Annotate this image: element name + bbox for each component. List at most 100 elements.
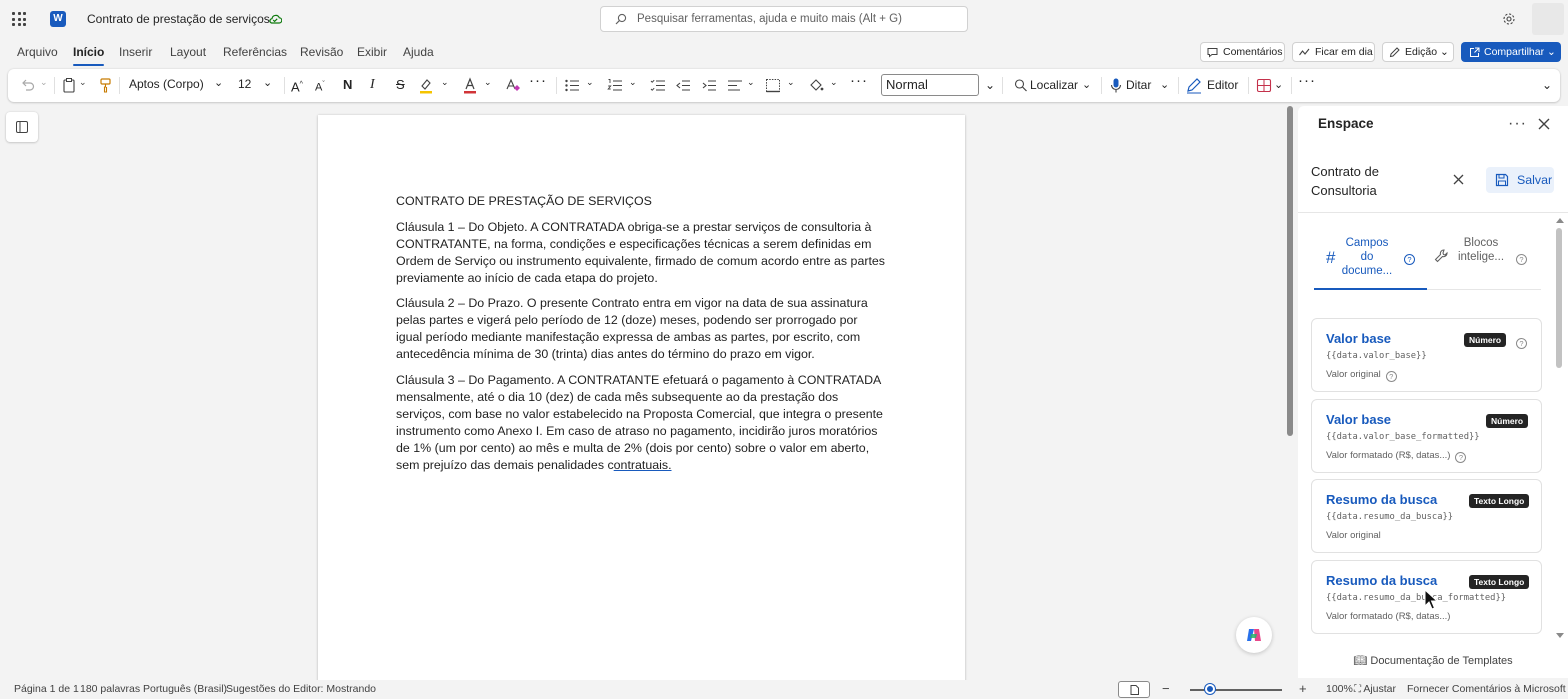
navigation-pane-button[interactable] [6,112,38,142]
template-close-icon[interactable] [1453,174,1464,185]
clear-formatting-icon[interactable] [505,77,521,94]
numbering-icon[interactable] [607,77,623,94]
tab-inicio[interactable]: Início [73,45,105,66]
document-body[interactable]: CONTRATO DE PRESTAÇÃO DE SERVIÇOS Cláusu… [396,193,886,482]
increase-indent-icon[interactable] [701,77,717,94]
help-icon[interactable]: ? [1385,371,1397,382]
highlight-dropdown-icon[interactable]: ⌄ [441,77,449,94]
find-icon[interactable] [1014,77,1028,94]
field-placeholder-code[interactable]: {{data.valor_base_formatted}} [1326,432,1480,442]
document-scrollbar[interactable] [1287,106,1293,436]
shading-dropdown-icon[interactable]: ⌄ [830,77,838,94]
tab-revisao[interactable]: Revisão [300,45,343,59]
field-card[interactable]: Resumo da busca Texto Longo {{data.resum… [1311,479,1542,553]
more-paragraph-options-icon[interactable]: ··· [850,73,868,89]
highlight-icon[interactable] [419,77,433,94]
tab-document-fields[interactable]: Campos do docume... [1338,236,1396,278]
templates-docs-link[interactable]: 📖︎ Documentação de Templates [1298,654,1568,667]
field-placeholder-code[interactable]: {{data.valor_base}} [1326,351,1427,361]
document-title[interactable]: Contrato de prestação de serviços [87,12,270,26]
feedback-link[interactable]: Fornecer Comentários à Microsoft [1407,683,1566,695]
borders-dropdown-icon[interactable]: ⌄ [787,77,795,94]
user-avatar[interactable] [1532,3,1564,35]
align-left-icon[interactable] [727,77,743,94]
field-card[interactable]: Valor base Número ? {{data.valor_base}} … [1311,318,1542,392]
field-card[interactable]: Valor base Número {{data.valor_base_form… [1311,399,1542,473]
page-count[interactable]: Página 1 de 1 [14,683,79,695]
find-label[interactable]: Localizar [1030,77,1078,93]
font-color-icon[interactable] [463,77,477,94]
clause-1[interactable]: Cláusula 1 – Do Objeto. A CONTRATADA obr… [396,219,886,287]
copilot-button[interactable] [1236,617,1272,653]
strikethrough-icon[interactable]: S [396,77,405,93]
field-placeholder-code[interactable]: {{data.resumo_da_busca}} [1326,512,1453,522]
fit-button[interactable]: ⛶ Ajustar [1354,683,1396,695]
help-icon[interactable]: ? [1516,249,1527,265]
dictate-label[interactable]: Ditar [1126,77,1151,93]
tab-arquivo[interactable]: Arquivo [17,45,58,59]
search-box[interactable] [600,6,968,32]
style-dropdown-icon[interactable]: ⌄ [985,77,995,93]
print-layout-view-button[interactable] [1118,681,1150,698]
tab-ajuda[interactable]: Ajuda [403,45,434,59]
field-placeholder-code[interactable]: {{data.resumo_da_busca_formatted}} [1326,593,1506,603]
help-icon[interactable]: ? [1404,249,1415,265]
more-commands-icon[interactable]: ··· [1298,73,1316,89]
paste-dropdown-icon[interactable]: ⌄ [79,77,87,94]
grow-font-icon[interactable]: A^ [291,77,303,95]
editing-mode-button[interactable]: Edição ⌄ [1382,42,1454,62]
add-ins-grid-icon[interactable] [1256,77,1272,94]
word-count[interactable]: 180 palavras [80,683,140,695]
bold-icon[interactable]: N [343,77,352,93]
scroll-down-arrow[interactable] [1556,633,1564,638]
tab-layout[interactable]: Layout [170,45,206,59]
catch-up-button[interactable]: Ficar em dia [1292,42,1375,62]
numbering-dropdown-icon[interactable]: ⌄ [629,77,637,94]
editor-suggestions-status[interactable]: Sugestões do Editor: Mostrando [226,683,376,695]
font-size-select[interactable]: 12 ⌄ [235,75,277,96]
save-button[interactable]: Salvar [1486,167,1554,193]
bullets-icon[interactable] [564,77,580,94]
microphone-icon[interactable] [1109,77,1123,94]
align-dropdown-icon[interactable]: ⌄ [747,77,755,94]
help-icon[interactable]: ? [1455,452,1467,463]
dictate-dropdown-icon[interactable]: ⌄ [1160,77,1169,93]
share-button[interactable]: Compartilhar ⌄ [1461,42,1561,62]
tab-exibir[interactable]: Exibir [357,45,387,59]
settings-gear-icon[interactable] [1502,12,1516,26]
zoom-in-icon[interactable]: + [1299,681,1307,696]
zoom-slider-thumb[interactable] [1205,684,1215,694]
font-color-dropdown-icon[interactable]: ⌄ [484,77,492,94]
shading-icon[interactable] [808,77,824,94]
tab-inserir[interactable]: Inserir [119,45,152,59]
clause-2[interactable]: Cláusula 2 – Do Prazo. O presente Contra… [396,295,886,363]
search-input[interactable] [637,11,957,27]
zoom-out-icon[interactable]: − [1162,681,1170,696]
editor-suggestion-word[interactable]: ontratuais. [614,458,672,472]
editor-pen-icon[interactable] [1186,77,1202,94]
panel-close-icon[interactable] [1538,118,1550,130]
italic-icon[interactable]: I [370,77,375,93]
document-heading[interactable]: CONTRATO DE PRESTAÇÃO DE SERVIÇOS [396,193,886,210]
expand-ribbon-icon[interactable]: ⌄ [1542,77,1552,93]
panel-more-icon[interactable]: ··· [1508,115,1527,133]
find-dropdown-icon[interactable]: ⌄ [1082,77,1091,93]
checklist-icon[interactable] [650,77,666,94]
format-painter-icon[interactable] [99,77,113,94]
style-select[interactable]: Normal [881,74,979,96]
zoom-slider-track[interactable] [1190,689,1282,691]
borders-icon[interactable] [765,77,781,94]
zoom-level[interactable]: 100% [1326,683,1353,695]
word-logo-icon[interactable]: W [50,11,66,27]
shrink-font-icon[interactable]: Aˇ [315,77,325,96]
saved-cloud-icon[interactable] [268,12,282,26]
bullets-dropdown-icon[interactable]: ⌄ [586,77,594,94]
undo-icon[interactable] [20,77,36,94]
tab-smart-blocks[interactable]: Blocos intelige... [1448,236,1514,264]
panel-scrollbar-thumb[interactable] [1556,228,1562,368]
app-launcher-icon[interactable] [12,12,26,26]
add-ins-dropdown-icon[interactable]: ⌄ [1274,77,1283,93]
undo-dropdown-icon[interactable]: ⌄ [40,77,48,94]
comments-button[interactable]: Comentários [1200,42,1285,62]
font-name-select[interactable]: Aptos (Corpo) ⌄ [126,75,229,96]
